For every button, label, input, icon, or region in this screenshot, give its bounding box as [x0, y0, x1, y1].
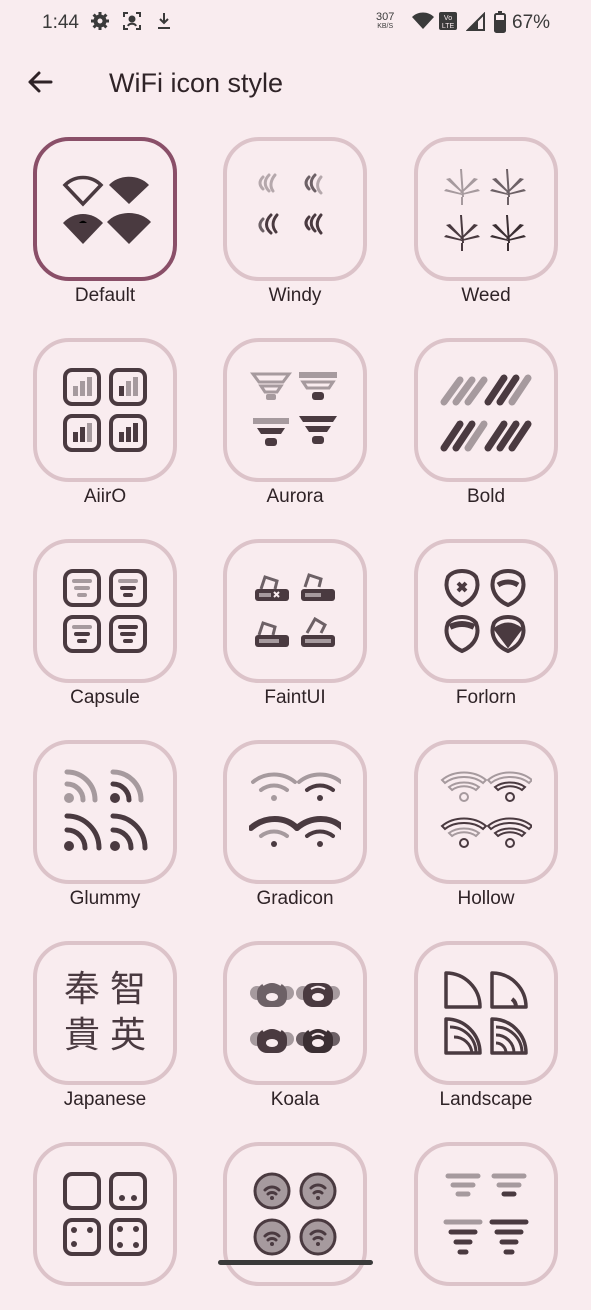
style-option-bold[interactable]: Bold [414, 338, 558, 507]
windy-wifi-icon [258, 173, 323, 235]
landscape-wifi-icon [444, 971, 528, 1055]
dice-wifi-icon [63, 1172, 147, 1256]
style-label: Japanese [63, 1089, 147, 1110]
style-label: Glummy [69, 888, 141, 909]
style-label: Weed [461, 285, 511, 306]
style-preview-box [223, 740, 367, 884]
forlorn-wifi-icon [444, 569, 526, 654]
bold-wifi-icon [440, 374, 532, 452]
style-option-aurora[interactable]: Aurora [223, 338, 367, 507]
style-preview-box [414, 941, 558, 1085]
style-label: FaintUI [264, 687, 326, 708]
style-label: Windy [268, 285, 322, 306]
style-preview-box [414, 137, 558, 281]
style-preview-box [223, 338, 367, 482]
aiiro-wifi-icon [63, 368, 147, 452]
network-speed: 307 KB/S [376, 11, 395, 31]
capsule-wifi-icon [63, 569, 147, 653]
style-preview-box [33, 740, 177, 884]
circle-wifi-icon [253, 1172, 337, 1256]
style-option-weed[interactable]: Weed [414, 137, 558, 306]
style-option-dice[interactable] [33, 1142, 177, 1310]
style-option-hollow[interactable]: Hollow [414, 740, 558, 909]
style-preview-box [33, 1142, 177, 1286]
style-label: Capsule [70, 687, 140, 708]
style-label: AiirO [83, 486, 127, 507]
japanese-glyph: 奉 [63, 969, 100, 1010]
style-preview-box [223, 137, 367, 281]
app-bar: WiFi icon style [0, 50, 591, 116]
aurora-wifi-icon [250, 372, 337, 446]
style-preview-box: 奉 智 貴 英 [33, 941, 177, 1085]
status-bar: 1:44 307 KB/S Vo LTE 67% [0, 0, 591, 46]
japanese-glyph: 英 [109, 1015, 146, 1056]
svg-text:LTE: LTE [442, 23, 455, 30]
battery-percentage: 67% [512, 12, 551, 33]
hollow-wifi-icon [440, 771, 532, 848]
japanese-glyph: 智 [109, 969, 146, 1010]
style-option-faintui[interactable]: FaintUI [223, 539, 367, 708]
faintui-wifi-icon [255, 573, 335, 647]
page-title: WiFi icon style [109, 68, 284, 98]
back-button[interactable] [22, 64, 58, 100]
style-option-koala[interactable]: Koala [223, 941, 367, 1110]
japanese-glyph: 貴 [63, 1015, 100, 1056]
style-preview-box [414, 740, 558, 884]
screenshot-icon [122, 11, 142, 37]
download-icon [154, 11, 174, 37]
style-preview-box [414, 338, 558, 482]
style-label: Landscape [439, 1089, 533, 1110]
volte-icon: Vo LTE [438, 11, 458, 37]
style-option-glummy[interactable]: Glummy [33, 740, 177, 909]
style-label: Default [74, 285, 136, 306]
signal-icon [465, 11, 486, 38]
style-option-gradicon[interactable]: Gradicon [223, 740, 367, 909]
style-option-forlorn[interactable]: Forlorn [414, 539, 558, 708]
style-preview-box [223, 539, 367, 683]
stacked-wifi-icon [443, 1173, 529, 1255]
style-label: Aurora [266, 486, 324, 507]
battery-icon [494, 11, 506, 39]
style-label: Hollow [457, 888, 515, 909]
style-label: Gradicon [256, 888, 334, 909]
style-option-stacked[interactable] [414, 1142, 558, 1310]
style-label: Bold [466, 486, 506, 507]
svg-text:Vo: Vo [444, 15, 452, 22]
style-option-default[interactable]: Default [33, 137, 177, 306]
style-label: Koala [270, 1089, 320, 1110]
status-time: 1:44 [42, 12, 79, 33]
style-preview-box [223, 941, 367, 1085]
wifi-icon [412, 12, 434, 36]
style-option-windy[interactable]: Windy [223, 137, 367, 306]
weed-wifi-icon [444, 169, 526, 251]
koala-wifi-icon [250, 981, 340, 1053]
gradicon-wifi-icon [249, 772, 341, 847]
style-option-japanese[interactable]: 奉 智 貴 英 Japanese [33, 941, 177, 1110]
style-preview-box [33, 338, 177, 482]
style-option-circles[interactable] [223, 1142, 367, 1310]
arrow-left-icon [28, 71, 53, 93]
home-indicator[interactable] [218, 1260, 373, 1265]
settings-gear-icon [90, 11, 110, 37]
glummy-wifi-icon [64, 769, 148, 851]
style-label: Forlorn [455, 687, 517, 708]
style-preview-box [33, 137, 177, 281]
style-preview-box [414, 539, 558, 683]
style-preview-box [33, 539, 177, 683]
japanese-wifi-glyphs: 奉 智 貴 英 [59, 971, 151, 1055]
default-wifi-icon [62, 175, 151, 244]
style-option-aiiro[interactable]: AiirO [33, 338, 177, 507]
style-option-landscape[interactable]: Landscape [414, 941, 558, 1110]
style-option-capsule[interactable]: Capsule [33, 539, 177, 708]
style-preview-box [414, 1142, 558, 1286]
